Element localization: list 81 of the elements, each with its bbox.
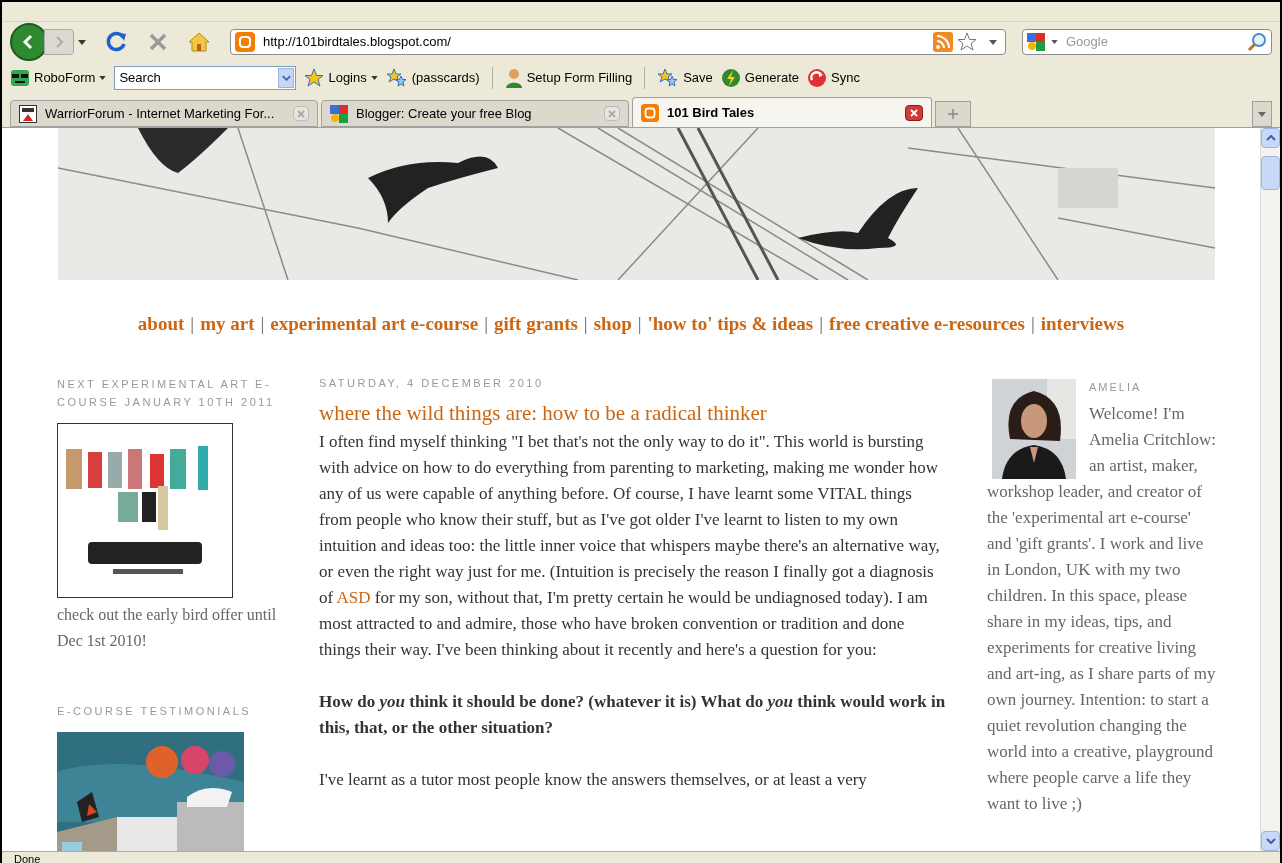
stop-icon[interactable] (148, 32, 168, 52)
scroll-up-button[interactable] (1261, 128, 1280, 148)
profile-bio: workshop leader, and creator of the 'experimental art e-course' and 'gift grants'. I work and live in London, UK with my two children. In this space, please share in my ideas, tips, and experiments for creative living and art-ing, as I share parts of my own journey. Intention: to start a quiet revolution changing the world into a creative, playground where people carve a life they want to live ;) (987, 480, 1217, 815)
menu-button[interactable]: RoboForm (10, 68, 107, 88)
separator-text: | (190, 312, 195, 336)
post-date: SATURDAY, 4 DECEMBER 2010 (319, 375, 545, 391)
status-text: Done (14, 852, 41, 863)
profile-bio: Welcome! I'm Amelia Critchlow: an artist, maker, (1089, 402, 1217, 477)
stars-icon (657, 68, 680, 88)
sync-icon (807, 68, 827, 88)
tab-list-button[interactable] (1252, 101, 1272, 127)
search-placeholder: Google (1066, 33, 1109, 52)
nav-link[interactable]: free creative e-resources (829, 310, 1025, 339)
nav-link[interactable]: 'how to' tips & ideas (647, 310, 814, 339)
reload-icon[interactable] (106, 31, 128, 53)
blog-icon (641, 103, 659, 122)
toolbar-button[interactable]: Setup Form Filling (504, 68, 633, 88)
scroll-thumb[interactable] (1261, 156, 1280, 190)
dropdown-arrow-icon[interactable] (78, 39, 86, 45)
sunglasses-face-icon (10, 69, 30, 87)
address-bar[interactable]: http://101birdtales.blogspot.com/ (230, 29, 1006, 55)
search-placeholder: Search (119, 69, 162, 88)
dropdown-button[interactable] (278, 68, 295, 88)
browser-tab[interactable]: Blogger: Create your free Blog (321, 100, 629, 127)
stars-icon (385, 68, 408, 88)
search-engine-icon[interactable] (1027, 33, 1047, 51)
dropdown-arrow-icon[interactable] (99, 76, 107, 80)
home-icon[interactable] (188, 32, 210, 52)
caret-icon (1258, 111, 1266, 117)
star-icon[interactable] (957, 32, 977, 52)
widget-caption: check out the early bird offer until Dec 1st 2010! (57, 604, 278, 651)
profile-name: AMELIA (1089, 379, 1143, 395)
text-link[interactable]: ASD (336, 587, 371, 607)
tab-title: WarriorForum - Internet Marketing For... (45, 104, 276, 123)
person-icon (504, 68, 523, 88)
tab-title: 101 Bird Tales (667, 103, 756, 122)
dropdown-arrow-icon[interactable] (1051, 40, 1058, 44)
nav-link[interactable]: experimental art e-course (270, 310, 479, 339)
dropdown-arrow-icon[interactable] (989, 39, 997, 45)
star-icon (304, 68, 325, 88)
toolbar-button[interactable]: Save (657, 68, 713, 88)
widget-heading: E-COURSE TESTIMONIALS (57, 703, 253, 719)
widget-heading: NEXT EXPERIMENTAL ART E-COURSE JANUARY 10TH 2011 (57, 376, 276, 410)
search-field[interactable]: Search (114, 66, 297, 90)
lightning-icon (720, 68, 741, 88)
nav-link[interactable]: about (137, 310, 185, 339)
toolbar-button[interactable]: Generate (720, 68, 799, 88)
post-title[interactable]: where the wild things are: how to be a radical thinker (319, 398, 947, 427)
post-paragraph: I often find myself thinking "I bet that's not the only way to do it". This world is bursting with advice on how to do everything from parenting to marketing, making me wonder how any of us were capable of anything before. Of course, I have learnt some VITAL things from people who know their stuff, but as I've got older I've learnt to listen to my own intuition and ideas too: the little inner voice that whispers maybe there's an alternative way, or even the right way just for me. (Intuition is precisely the reason I finally got a diagnosis of ASD for my son, without that, I'm pretty certain he would be undiagnosed today). I am most attracted to and admire, those who have broken convention or tradition and done things their way. I've been thinking about it recently and here's a question for you: (319, 430, 941, 661)
browser-tab[interactable]: 101 Bird Tales (632, 97, 932, 127)
google-icon (330, 104, 348, 123)
url-text: http://101birdtales.blogspot.com/ (263, 33, 452, 52)
tab-title: Blogger: Create your free Blog (356, 104, 533, 123)
separator-text: | (260, 312, 265, 336)
separator-text: | (484, 312, 488, 336)
separator-text: | (583, 312, 588, 336)
separator-text: | (819, 312, 824, 336)
scroll-down-button[interactable] (1261, 831, 1280, 851)
browser-tab[interactable]: WarriorForum - Internet Marketing For... (10, 100, 318, 127)
nav-link[interactable]: interviews (1040, 310, 1125, 339)
search-icon[interactable] (1247, 32, 1267, 52)
close-icon (297, 109, 305, 118)
separator-text: | (637, 312, 642, 336)
close-icon (910, 108, 918, 117)
toolbar-button[interactable]: Sync (807, 68, 860, 88)
close-icon (608, 109, 616, 118)
logo-icon (19, 104, 37, 123)
post-question: How do you think it should be done? (whatever it is) What do you think would work in this, that, or the other situation? (319, 690, 947, 739)
plus-icon (948, 109, 958, 119)
rss-icon[interactable] (933, 32, 953, 52)
menu-button[interactable]: Logins (304, 68, 378, 88)
toolbar-button[interactable]: (passcards) (385, 68, 480, 88)
dropdown-arrow-icon[interactable] (370, 76, 378, 80)
nav-link[interactable]: shop (593, 310, 632, 339)
nav-link[interactable]: gift grants (493, 310, 578, 339)
scrollbar[interactable] (1260, 128, 1280, 851)
close-tab-button[interactable] (905, 104, 923, 121)
post-paragraph: I've learnt as a tutor most people know the answers themselves, or at least a very (319, 768, 868, 791)
blog-icon (235, 32, 255, 52)
nav-link[interactable]: my art (200, 310, 255, 339)
separator-text: | (1030, 312, 1035, 336)
